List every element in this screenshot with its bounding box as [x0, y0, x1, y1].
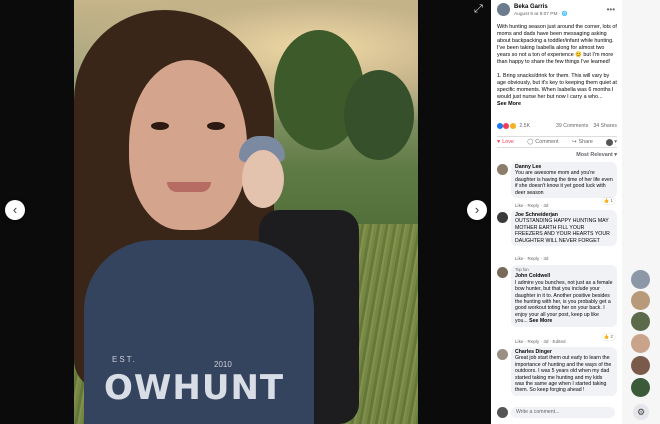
- like-icon: 👍: [603, 334, 610, 339]
- like-reaction-icon: [497, 123, 503, 129]
- comment-sort-dropdown[interactable]: Most Relevant ▾: [576, 152, 617, 158]
- comment-item: Charles Dinger Great job start them out …: [497, 347, 617, 405]
- share-button[interactable]: ↪ Share: [572, 139, 593, 145]
- share-icon: ↪: [572, 139, 577, 145]
- current-user-avatar: [497, 407, 508, 418]
- commenter-avatar[interactable]: [497, 164, 508, 175]
- share-label: Share: [578, 139, 593, 145]
- author-name[interactable]: Beka Garris: [514, 4, 548, 10]
- photo-viewer: EST. 2010 OWHUNT ‹ › ⤢: [0, 0, 491, 424]
- write-comment-row: Write a comment...: [497, 406, 617, 419]
- contact-avatar[interactable]: [631, 334, 650, 353]
- comment-icon: ◯: [527, 139, 534, 145]
- comment-button[interactable]: ◯ Comment: [527, 139, 558, 145]
- post-header: Beka Garris August 9 at 8:07 PM · 🌐 •••: [497, 3, 615, 21]
- love-label: Love: [502, 139, 514, 145]
- more-options-icon[interactable]: •••: [607, 5, 615, 14]
- like-icon: 👍: [603, 198, 610, 203]
- comment-see-more[interactable]: See More: [529, 318, 552, 324]
- photo-eye: [151, 122, 169, 130]
- commenter-avatar[interactable]: [497, 349, 508, 360]
- post-date[interactable]: August 9 at 8:07 PM · 🌐: [514, 12, 568, 17]
- love-button[interactable]: ♥ Love: [497, 139, 514, 145]
- post-photo[interactable]: EST. 2010 OWHUNT: [74, 0, 418, 424]
- comment-reaction-number: 1: [610, 198, 613, 203]
- comment-bubble: Top fan John Coldwell I admire you bunch…: [511, 265, 617, 327]
- photo-mouth: [167, 182, 211, 192]
- shares-count[interactable]: 34 Shares: [593, 123, 617, 129]
- comments-count[interactable]: 39 Comments: [556, 123, 588, 129]
- post-paragraph-2: 1. Bring snacks/drink for them. This wil…: [497, 73, 617, 100]
- photo-baby-face: [242, 150, 284, 208]
- comment-item: Joe Schneiderjan OUTSTANDING HAPPY HUNTI…: [497, 210, 617, 264]
- love-reaction-icon: [503, 123, 510, 129]
- contacts-strip: ⚙: [622, 0, 660, 424]
- shirt-logo-text: OWHUNT: [104, 368, 285, 408]
- comment-meta[interactable]: Like · Reply · 3d · Edited: [515, 339, 566, 344]
- post-text: With hunting season just around the corn…: [497, 24, 617, 108]
- comment-bubble: Joe Schneiderjan OUTSTANDING HAPPY HUNTI…: [511, 210, 617, 247]
- comment-label: Comment: [535, 139, 559, 145]
- contact-avatar[interactable]: [631, 356, 650, 375]
- contact-avatar[interactable]: [631, 291, 650, 310]
- photo-tree: [344, 70, 414, 160]
- next-photo-button[interactable]: ›: [467, 200, 487, 220]
- comment-reaction-count[interactable]: 👍 2: [601, 334, 615, 340]
- comment-reaction-number: 2: [610, 334, 613, 339]
- commenter-avatar[interactable]: [497, 267, 508, 278]
- wow-reaction-icon: [509, 123, 516, 129]
- contact-avatar[interactable]: [631, 270, 650, 289]
- globe-icon: 🌐: [561, 12, 568, 17]
- post-see-more[interactable]: See More: [497, 101, 617, 108]
- reaction-summary: 2.5K 39 Comments 34 Shares: [497, 123, 617, 132]
- comment-item: Danny Lee You are awesome mom and you're…: [497, 162, 617, 210]
- post-paragraph-1: With hunting season just around the corn…: [497, 24, 617, 65]
- photo-face: [129, 60, 247, 230]
- expand-icon[interactable]: ⤢: [474, 3, 483, 16]
- reaction-count[interactable]: 2.5K: [519, 123, 530, 129]
- contact-avatar[interactable]: [631, 378, 650, 397]
- chevron-down-icon: ▾: [614, 139, 617, 145]
- comment-text: OUTSTANDING HAPPY HUNTING MAY MOTHER EAR…: [515, 218, 610, 244]
- post-side-panel: Beka Garris August 9 at 8:07 PM · 🌐 ••• …: [491, 0, 622, 424]
- author-avatar[interactable]: [497, 3, 510, 16]
- comment-item: Top fan John Coldwell I admire you bunch…: [497, 265, 617, 347]
- shirt-est-text: EST.: [112, 355, 137, 364]
- post-date-text[interactable]: August 9 at 8:07 PM ·: [514, 12, 562, 17]
- write-comment-input[interactable]: Write a comment...: [511, 407, 615, 418]
- audience-selector[interactable]: ▾: [606, 138, 617, 146]
- photo-eye: [207, 122, 225, 130]
- comment-meta[interactable]: Like · Reply · 3d: [515, 203, 548, 208]
- previous-photo-button[interactable]: ‹: [5, 200, 25, 220]
- action-bar: ♥ Love ◯ Comment ↪ Share ▾: [497, 136, 617, 148]
- profile-avatar-icon: [606, 138, 614, 146]
- heart-icon: ♥: [497, 139, 501, 145]
- comment-text: Great job start them out early to learn …: [515, 355, 612, 394]
- comment-bubble: Danny Lee You are awesome mom and you're…: [511, 162, 617, 199]
- comment-reaction-count[interactable]: 👍 1: [601, 198, 615, 204]
- commenter-avatar[interactable]: [497, 212, 508, 223]
- comment-meta[interactable]: Like · Reply · 3d: [515, 256, 548, 261]
- contact-avatar[interactable]: [631, 312, 650, 331]
- gear-icon[interactable]: ⚙: [633, 404, 649, 420]
- comment-bubble: Charles Dinger Great job start them out …: [511, 347, 617, 396]
- comment-text: You are awesome mom and you're daughter …: [515, 170, 613, 196]
